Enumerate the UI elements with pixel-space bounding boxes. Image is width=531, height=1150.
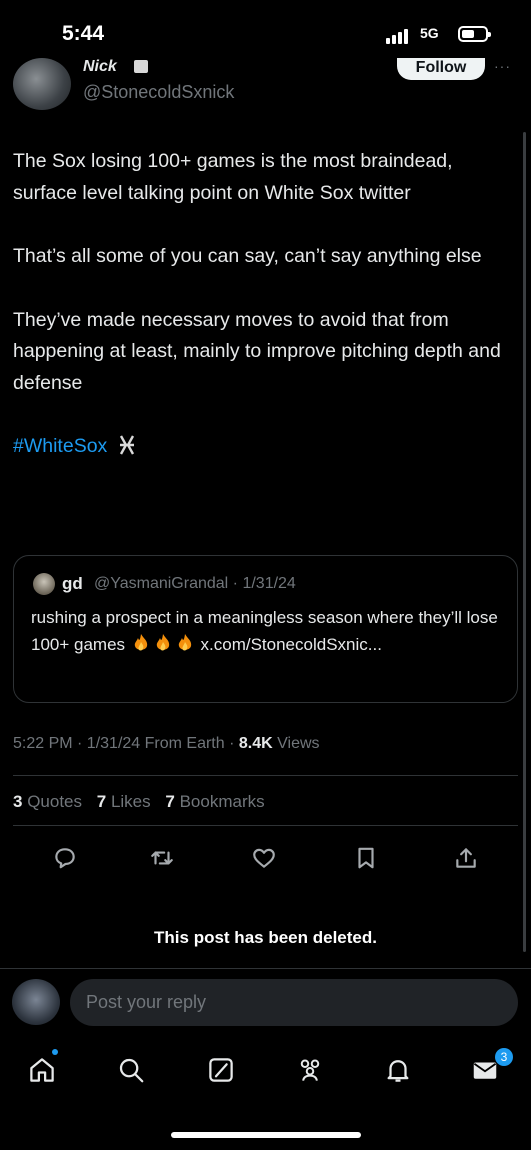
more-options-icon[interactable]: ··· [494, 58, 511, 74]
grok-icon [209, 1058, 233, 1082]
divider [0, 968, 531, 969]
fire-emoji-icon [134, 633, 147, 650]
tweet-paragraph: That’s all some of you can say, can’t sa… [13, 245, 482, 267]
quote-text: rushing a prospect in a meaningless seas… [31, 605, 501, 658]
likes-count: 7 [96, 792, 107, 811]
scrollbar[interactable] [523, 132, 526, 952]
home-notification-dot [52, 1049, 58, 1055]
bookmarks-label: Bookmarks [179, 792, 265, 811]
likes-label: Likes [110, 792, 151, 811]
repost-button[interactable] [149, 845, 177, 873]
bookmarks-stat[interactable]: 7 Bookmarks [165, 792, 264, 811]
reply-button[interactable] [52, 845, 80, 873]
home-icon [30, 1058, 54, 1082]
post-time-date: 5:22 PM · 1/31/24 From Earth · [13, 735, 235, 752]
views-count: 8.4K [238, 735, 273, 752]
author-avatar[interactable] [13, 58, 71, 110]
bell-icon [387, 1060, 409, 1082]
quotes-label: Quotes [27, 792, 83, 811]
nav-communities[interactable] [295, 1055, 327, 1087]
search-icon [119, 1058, 144, 1083]
quote-link[interactable]: x.com/StonecoldSxnic... [201, 635, 382, 654]
engagement-stats: 3 Quotes 7 Likes 7 Bookmarks [13, 792, 265, 812]
battery-icon [458, 26, 491, 42]
quote-author-avatar [33, 573, 55, 595]
tweet-paragraph: They’ve made necessary moves to avoid th… [13, 308, 501, 394]
nav-grok[interactable] [206, 1055, 238, 1087]
name-emoji-icon [134, 60, 148, 73]
white-sox-logo-icon [119, 435, 134, 455]
divider [13, 825, 518, 826]
deleted-notice: This post has been deleted. [154, 928, 377, 947]
nav-search[interactable] [116, 1055, 148, 1087]
tweet-paragraph: The Sox losing 100+ games is the most br… [13, 150, 453, 204]
author-display-name[interactable]: Nick [83, 58, 117, 76]
hashtag-link[interactable]: #WhiteSox [13, 435, 107, 457]
messages-badge: 3 [495, 1048, 513, 1066]
likes-stat[interactable]: 7 Likes [97, 792, 151, 811]
heart-icon [253, 848, 275, 868]
post-meta: 5:22 PM · 1/31/24 From Earth · 8.4K View… [13, 735, 320, 753]
reply-input[interactable] [70, 979, 518, 1026]
bookmarks-count: 7 [165, 792, 175, 811]
quotes-stat[interactable]: 3 Quotes [13, 792, 82, 811]
network-type: 5G [420, 25, 439, 41]
quote-author-handle-date: @YasmaniGrandal · 1/31/24 [94, 575, 296, 592]
repost-icon [151, 851, 173, 865]
nav-home[interactable] [27, 1055, 59, 1087]
author-handle[interactable]: @StonecoldSxnick [83, 82, 234, 103]
home-indicator[interactable] [171, 1132, 361, 1138]
reply-icon [55, 848, 75, 869]
bookmark-button[interactable] [353, 845, 381, 873]
share-icon [456, 848, 476, 868]
tweet-text: The Sox losing 100+ games is the most br… [13, 146, 503, 495]
hashtag-line: #WhiteSox [13, 431, 503, 463]
status-time: 5:44 [62, 22, 105, 45]
quote-author-name: gd [62, 574, 83, 593]
fire-emoji-icon [156, 633, 169, 650]
views-label: Views [277, 735, 320, 752]
current-user-avatar[interactable] [12, 979, 60, 1025]
like-button[interactable] [251, 845, 279, 873]
quotes-count: 3 [13, 792, 23, 811]
share-button[interactable] [453, 845, 481, 873]
cellular-signal-icon [386, 28, 416, 44]
fire-emoji-icon [178, 633, 191, 650]
follow-button[interactable]: Follow [397, 58, 485, 80]
divider [13, 775, 518, 776]
nav-notifications[interactable] [383, 1055, 415, 1087]
communities-icon [300, 1059, 320, 1081]
bookmark-icon [358, 847, 374, 869]
